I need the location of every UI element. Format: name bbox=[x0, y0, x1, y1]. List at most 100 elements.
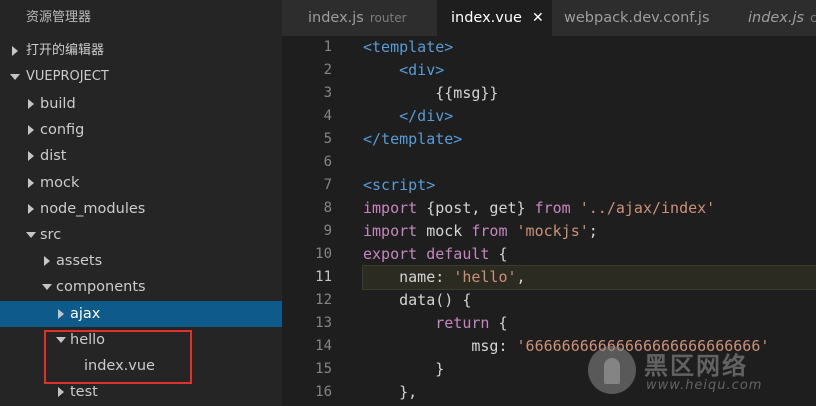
code-line: 10 export default { bbox=[282, 243, 816, 266]
chevron-right-icon bbox=[26, 117, 38, 143]
code-text: import mock from 'mockjs'; bbox=[363, 220, 816, 243]
tree-item-label: dist bbox=[40, 148, 67, 164]
tab-label: index.js bbox=[308, 10, 364, 26]
code-text: </template> bbox=[363, 128, 816, 151]
chevron-right-icon bbox=[10, 38, 22, 64]
line-number: 11 bbox=[315, 269, 332, 285]
tab-description: router bbox=[369, 11, 407, 25]
code-token: , bbox=[516, 268, 526, 286]
tree-item[interactable]: components bbox=[0, 274, 282, 300]
tab-config-index-js[interactable]: index.js co bbox=[732, 0, 816, 36]
code-token: <template> bbox=[363, 38, 454, 56]
tree-item[interactable]: config bbox=[0, 117, 282, 143]
code-token: {post, get} bbox=[417, 199, 535, 217]
code-text: <script> bbox=[363, 174, 816, 197]
chevron-right-icon bbox=[26, 143, 38, 169]
chevron-right-icon bbox=[26, 170, 38, 196]
code-token: import bbox=[363, 199, 418, 217]
tab-description: co bbox=[810, 11, 816, 25]
tree-item-label: node_modules bbox=[40, 201, 146, 217]
line-number: 13 bbox=[315, 315, 332, 331]
chevron-down-icon bbox=[42, 274, 54, 300]
tab-index-vue[interactable]: index.vue ✕ bbox=[437, 0, 552, 36]
code-line: 11 name: 'hello', bbox=[282, 265, 816, 290]
code-token: mock bbox=[417, 222, 472, 240]
code-token: {{msg}} bbox=[363, 84, 499, 102]
code-text: <div> bbox=[363, 59, 816, 82]
tab-webpack-dev-conf[interactable]: webpack.dev.conf.js bbox=[552, 0, 732, 36]
tree-item[interactable]: mock bbox=[0, 170, 282, 196]
tree-item-label: mock bbox=[40, 175, 80, 191]
line-number: 7 bbox=[323, 177, 332, 193]
line-number: 4 bbox=[323, 108, 332, 124]
code-token: } bbox=[363, 360, 445, 378]
tree-item[interactable]: ajax bbox=[0, 301, 282, 327]
code-line: 13 return { bbox=[282, 312, 816, 335]
code-text: data() { bbox=[363, 289, 816, 312]
code-token: }, bbox=[363, 383, 418, 401]
watermark-text: 黑区网络 bbox=[644, 352, 748, 380]
tree-item-label: config bbox=[40, 122, 85, 138]
tree-item[interactable]: build bbox=[0, 91, 282, 117]
watermark-url: www.heiqu.com bbox=[646, 378, 763, 393]
line-number: 2 bbox=[323, 62, 332, 78]
code-token: ; bbox=[588, 222, 598, 240]
editor-tab-bar: index.js router index.vue ✕ webpack.dev.co… bbox=[282, 0, 816, 36]
tree-item[interactable]: src bbox=[0, 222, 282, 248]
chevron-right-icon bbox=[26, 91, 38, 117]
code-token: default bbox=[426, 245, 490, 263]
code-token: from bbox=[534, 199, 571, 217]
code-line: 1 <template> bbox=[282, 36, 816, 59]
open-editors-label: 打开的编辑器 bbox=[26, 43, 105, 58]
code-token: export bbox=[363, 245, 418, 263]
line-number: 5 bbox=[323, 131, 332, 147]
project-section[interactable]: VUEPROJECT bbox=[0, 64, 282, 90]
tab-router-index-js[interactable]: index.js router bbox=[282, 0, 437, 36]
code-token: { bbox=[489, 245, 508, 263]
line-number: 9 bbox=[323, 223, 332, 239]
close-icon[interactable]: ✕ bbox=[532, 0, 544, 36]
tree-item[interactable]: node_modules bbox=[0, 196, 282, 222]
code-token: { bbox=[489, 314, 508, 332]
line-number: 10 bbox=[315, 246, 332, 262]
code-line: 2 <div> bbox=[282, 59, 816, 82]
code-text: <template> bbox=[363, 36, 816, 59]
code-token: <div> bbox=[399, 61, 445, 79]
line-number: 8 bbox=[323, 200, 332, 216]
code-line: 12 data() { bbox=[282, 289, 816, 312]
code-line: 3 {{msg}} bbox=[282, 82, 816, 105]
code-line: 7 <script> bbox=[282, 174, 816, 197]
code-token: return bbox=[435, 314, 490, 332]
project-label: VUEPROJECT bbox=[26, 69, 109, 84]
chevron-down-icon bbox=[26, 222, 38, 248]
tree-item-label: build bbox=[40, 96, 76, 112]
code-token: data() { bbox=[363, 291, 472, 309]
code-text: export default { bbox=[363, 243, 816, 266]
tree-item-label: ajax bbox=[70, 306, 101, 322]
code-line: 8 import {post, get} from '../ajax/index' bbox=[282, 197, 816, 220]
chevron-right-icon bbox=[42, 248, 54, 274]
watermark: 黑区网络 www.heiqu.com bbox=[588, 340, 808, 400]
line-number: 14 bbox=[315, 338, 332, 354]
code-token: import bbox=[363, 222, 418, 240]
chevron-down-icon bbox=[10, 64, 22, 90]
code-token: </template> bbox=[363, 130, 463, 148]
code-token: '../ajax/index' bbox=[579, 199, 716, 217]
line-number: 15 bbox=[315, 361, 332, 377]
chevron-right-icon bbox=[56, 301, 68, 327]
code-text: import {post, get} from '../ajax/index' bbox=[363, 197, 816, 220]
open-editors-section[interactable]: 打开的编辑器 bbox=[0, 38, 282, 64]
tree-item-label: assets bbox=[56, 253, 103, 269]
vscode-window: 资源管理器 打开的编辑器 VUEPROJECT build config dist m… bbox=[0, 0, 816, 406]
code-text: </div> bbox=[363, 105, 816, 128]
tree-item[interactable]: assets bbox=[0, 248, 282, 274]
code-token: from bbox=[471, 222, 508, 240]
tree-item[interactable]: dist bbox=[0, 143, 282, 169]
tab-label: webpack.dev.conf.js bbox=[564, 10, 710, 26]
